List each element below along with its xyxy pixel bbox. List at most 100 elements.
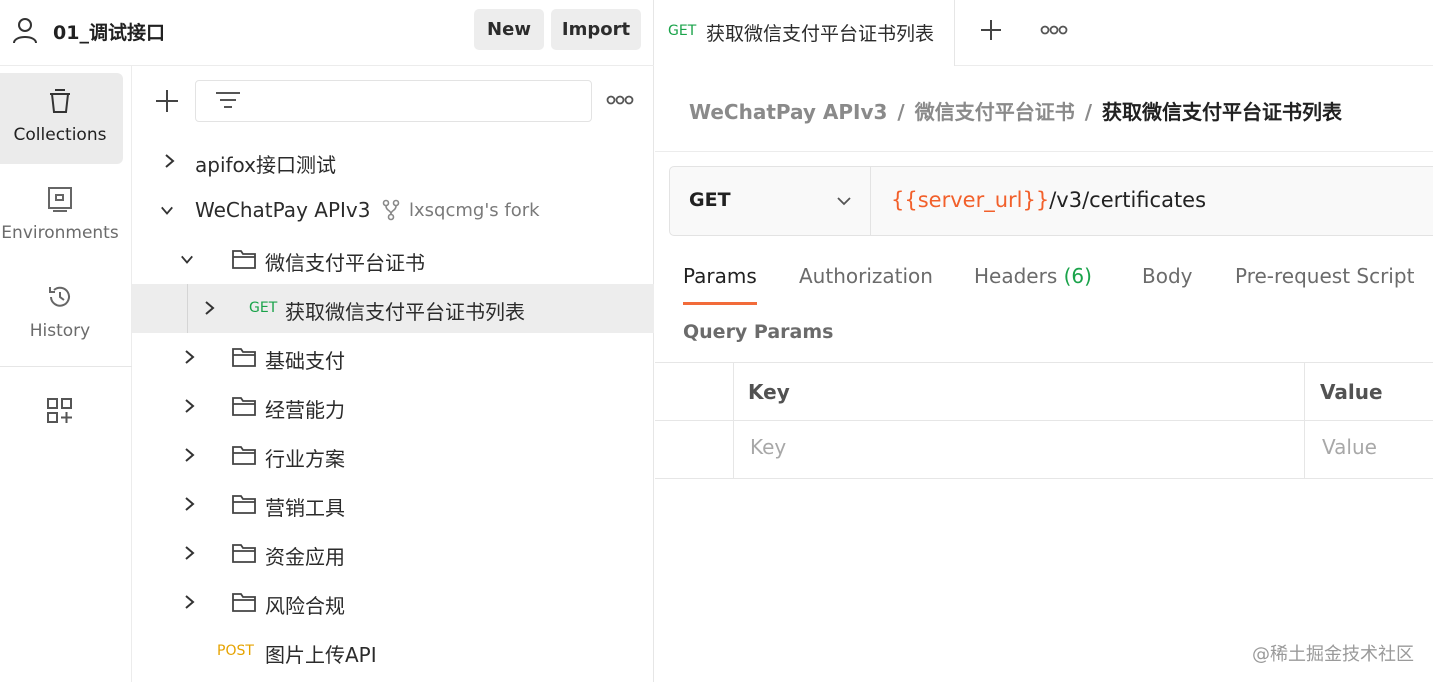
tree-item-label: WeChatPay APIv3 bbox=[195, 198, 371, 222]
chevron-right-icon[interactable] bbox=[182, 398, 196, 414]
watermark: @稀土掘金技术社区 bbox=[1252, 644, 1414, 665]
tree-item-request-selected[interactable]: GET 获取微信支付平台证书列表 bbox=[132, 284, 654, 333]
url-variable: {{server_url}} bbox=[891, 188, 1050, 212]
rail-item-collections[interactable]: Collections bbox=[0, 73, 123, 164]
query-params-title: Query Params bbox=[683, 321, 834, 343]
user-icon[interactable] bbox=[12, 16, 38, 44]
filter-icon bbox=[216, 92, 240, 108]
new-button[interactable]: New bbox=[474, 9, 544, 50]
tree-item-label: 经营能力 bbox=[265, 398, 345, 422]
chevron-down-icon bbox=[837, 197, 851, 206]
workspace-name[interactable]: 01_调试接口 bbox=[53, 18, 165, 45]
folder-icon bbox=[232, 544, 256, 563]
tree-item-collection[interactable]: WeChatPay APIv3 lxsqcmg's fork bbox=[132, 186, 654, 235]
tree-item-label: 微信支付平台证书 bbox=[265, 251, 425, 275]
table-border bbox=[655, 362, 1433, 363]
tree-item-folder[interactable]: 基础支付 bbox=[132, 333, 654, 382]
chevron-right-icon[interactable] bbox=[182, 545, 196, 561]
breadcrumb-collection[interactable]: WeChatPay APIv3 bbox=[689, 100, 887, 124]
rail-label-collections: Collections bbox=[13, 125, 107, 145]
new-tab-icon[interactable] bbox=[978, 17, 1004, 43]
folder-icon bbox=[232, 397, 256, 416]
tree-item-collection[interactable]: apifox接口测试 bbox=[132, 137, 654, 186]
chevron-down-icon[interactable] bbox=[160, 202, 174, 218]
sidebar-rail: Collections Environments History bbox=[0, 66, 132, 682]
breadcrumb-folder[interactable]: 微信支付平台证书 bbox=[915, 100, 1075, 124]
configure-sidebar-icon[interactable] bbox=[45, 396, 75, 426]
rail-item-history[interactable]: History bbox=[0, 269, 123, 360]
more-tabs-icon[interactable] bbox=[1040, 23, 1068, 37]
url-bar: GET {{server_url}}/v3/certificates bbox=[669, 166, 1433, 236]
folder-icon bbox=[232, 495, 256, 514]
tab-request[interactable]: GET 获取微信支付平台证书列表 bbox=[655, 0, 955, 66]
breadcrumb-separator: / bbox=[897, 100, 905, 124]
breadcrumb-separator: / bbox=[1084, 100, 1093, 124]
tab-pre-request-script[interactable]: Pre-request Script bbox=[1235, 264, 1414, 288]
indent-guide bbox=[187, 284, 188, 333]
chevron-right-icon[interactable] bbox=[182, 349, 196, 365]
rail-item-environments[interactable]: Environments bbox=[0, 171, 123, 262]
tree-item-label: 图片上传API bbox=[265, 643, 377, 667]
folder-icon bbox=[232, 446, 256, 465]
tree-item-folder[interactable]: 风险合规 bbox=[132, 578, 654, 627]
request-editor: GET 获取微信支付平台证书列表 WeChatPay APIv3 / 微信支付平台证… bbox=[655, 0, 1433, 682]
tab-headers-label: Headers bbox=[974, 264, 1058, 288]
tree-item-folder[interactable]: 资金应用 bbox=[132, 529, 654, 578]
fork-label: lxsqcmg's fork bbox=[409, 200, 540, 221]
filter-input[interactable] bbox=[195, 80, 592, 122]
history-icon bbox=[49, 286, 70, 307]
tree-item-folder[interactable]: 微信支付平台证书 bbox=[132, 235, 654, 284]
method-badge-post: POST bbox=[217, 643, 254, 659]
more-options-icon[interactable] bbox=[606, 92, 634, 108]
tree-item-label: apifox接口测试 bbox=[195, 153, 337, 177]
table-border bbox=[655, 420, 1433, 421]
param-key-input[interactable]: Key bbox=[750, 435, 786, 459]
method-select[interactable]: GET bbox=[670, 167, 871, 235]
tab-headers[interactable]: Headers (6) bbox=[974, 264, 1092, 288]
column-header-value: Value bbox=[1320, 380, 1383, 404]
tab-authorization[interactable]: Authorization bbox=[799, 264, 933, 288]
table-column-border bbox=[733, 362, 734, 478]
tree-item-label: 基础支付 bbox=[265, 349, 345, 373]
tab-bar: GET 获取微信支付平台证书列表 bbox=[655, 0, 1433, 66]
workspace-header: 01_调试接口 New Import bbox=[0, 0, 654, 66]
tab-body[interactable]: Body bbox=[1142, 264, 1193, 288]
tree-item-label: 获取微信支付平台证书列表 bbox=[285, 300, 525, 324]
table-border bbox=[655, 478, 1433, 479]
tab-method-badge: GET bbox=[668, 23, 697, 39]
headers-count-badge: (6) bbox=[1063, 264, 1092, 288]
tab-params[interactable]: Params bbox=[683, 264, 757, 288]
fork-icon bbox=[382, 199, 400, 221]
chevron-right-icon[interactable] bbox=[182, 594, 196, 610]
chevron-down-icon[interactable] bbox=[180, 251, 194, 267]
folder-icon bbox=[232, 250, 256, 269]
chevron-right-icon[interactable] bbox=[202, 300, 216, 316]
url-input[interactable]: {{server_url}}/v3/certificates bbox=[891, 188, 1206, 212]
import-button[interactable]: Import bbox=[551, 9, 641, 50]
param-value-input[interactable]: Value bbox=[1322, 435, 1377, 459]
chevron-right-icon[interactable] bbox=[182, 447, 196, 463]
tab-title: 获取微信支付平台证书列表 bbox=[706, 23, 935, 45]
method-badge-get: GET bbox=[249, 300, 278, 316]
tree-item-folder[interactable]: 行业方案 bbox=[132, 431, 654, 480]
tree-item-folder[interactable]: 营销工具 bbox=[132, 480, 654, 529]
environments-icon bbox=[48, 187, 72, 212]
folder-icon bbox=[232, 593, 256, 612]
add-collection-icon[interactable] bbox=[154, 88, 180, 114]
active-tab-indicator bbox=[683, 302, 757, 305]
tree-item-folder[interactable]: 经营能力 bbox=[132, 382, 654, 431]
tree-item-label: 行业方案 bbox=[265, 447, 345, 471]
column-header-key: Key bbox=[748, 380, 790, 404]
breadcrumb-request[interactable]: 获取微信支付平台证书列表 bbox=[1102, 100, 1342, 124]
breadcrumb: WeChatPay APIv3 / 微信支付平台证书 / 获取微信支付平台证书列表 bbox=[689, 96, 1342, 125]
sidebar: 01_调试接口 New Import Collections Environme… bbox=[0, 0, 654, 682]
table-column-border bbox=[1304, 362, 1305, 478]
rail-label-history: History bbox=[29, 321, 91, 341]
chevron-right-icon[interactable] bbox=[162, 153, 176, 169]
folder-icon bbox=[232, 348, 256, 367]
tree-item-request[interactable]: POST 图片上传API bbox=[132, 627, 654, 676]
tree-item-label: 营销工具 bbox=[265, 496, 345, 520]
tree-item-label: 资金应用 bbox=[265, 545, 345, 569]
chevron-right-icon[interactable] bbox=[182, 496, 196, 512]
collections-toolbar bbox=[132, 66, 654, 138]
